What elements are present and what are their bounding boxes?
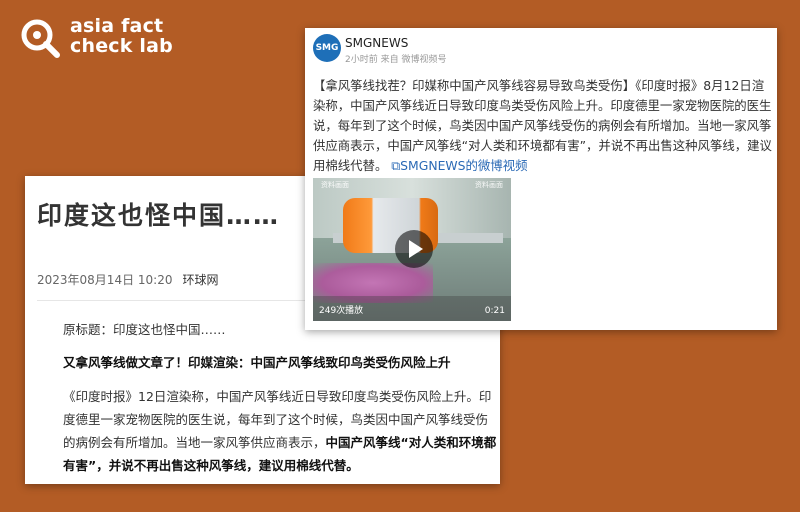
video-caption-left: 资料画面 [321,181,349,189]
magnifier-logo-icon [21,19,60,58]
article-meta: 2023年08月14日 10:20 环球网 [37,271,219,288]
article-source-link[interactable]: 环球网 [182,273,218,287]
article-date: 2023年08月14日 10:20 [37,273,173,287]
article-paragraph: 《印度时报》12日渲染称，中国产风筝线近日导致印度鸟类受伤风险上升。印度德里一家… [63,385,498,477]
article-original-title: 原标题：印度这也怪中国…… [63,322,226,337]
video-duration: 0:21 [484,306,505,316]
avatar[interactable]: SMG [313,34,341,62]
logo-line-2: check lab [70,35,173,57]
article-body: 《印度时报》12日渲染称，中国产风筝线近日导致印度鸟类受伤风险上升。印度德里一家… [63,385,498,477]
post-text: 【拿风筝线找茬？印媒称中国产风筝线容易导致鸟类受伤】《印度时报》8月12日渲染称… [313,76,775,176]
logo-line-1: asia fact [70,15,164,37]
video-link-label: SMGNEWS的微博视频 [400,158,528,173]
video-link-icon: ⧉ [391,158,401,173]
weibo-post-card: SMG SMGNEWS 2小时前 来自 微博视频号 【拿风筝线找茬？印媒称中国产… [305,28,777,330]
play-button-icon[interactable] [395,230,433,268]
post-time: 2小时前 来自 微博视频号 [345,55,447,65]
post-body: 【拿风筝线找茬？印媒称中国产风筝线容易导致鸟类受伤】《印度时报》8月12日渲染称… [313,78,772,173]
article-title: 印度这也怪中国…… [37,201,281,230]
video-player[interactable]: 资料画面 资料画面 249次播放 0:21 [313,178,511,321]
video-link[interactable]: ⧉SMGNEWS的微博视频 [391,158,527,173]
video-caption-right: 资料画面 [475,181,503,189]
article-subtitle: 又拿风筝线做文章了！印媒渲染：中国产风筝线致印鸟类受伤风险上升 [63,355,451,370]
asia-fact-check-lab-logo: asia fact check lab [20,14,190,62]
video-views: 249次播放 [319,306,364,316]
account-name[interactable]: SMGNEWS [345,36,408,50]
logo-text: asia fact check lab [70,16,173,56]
